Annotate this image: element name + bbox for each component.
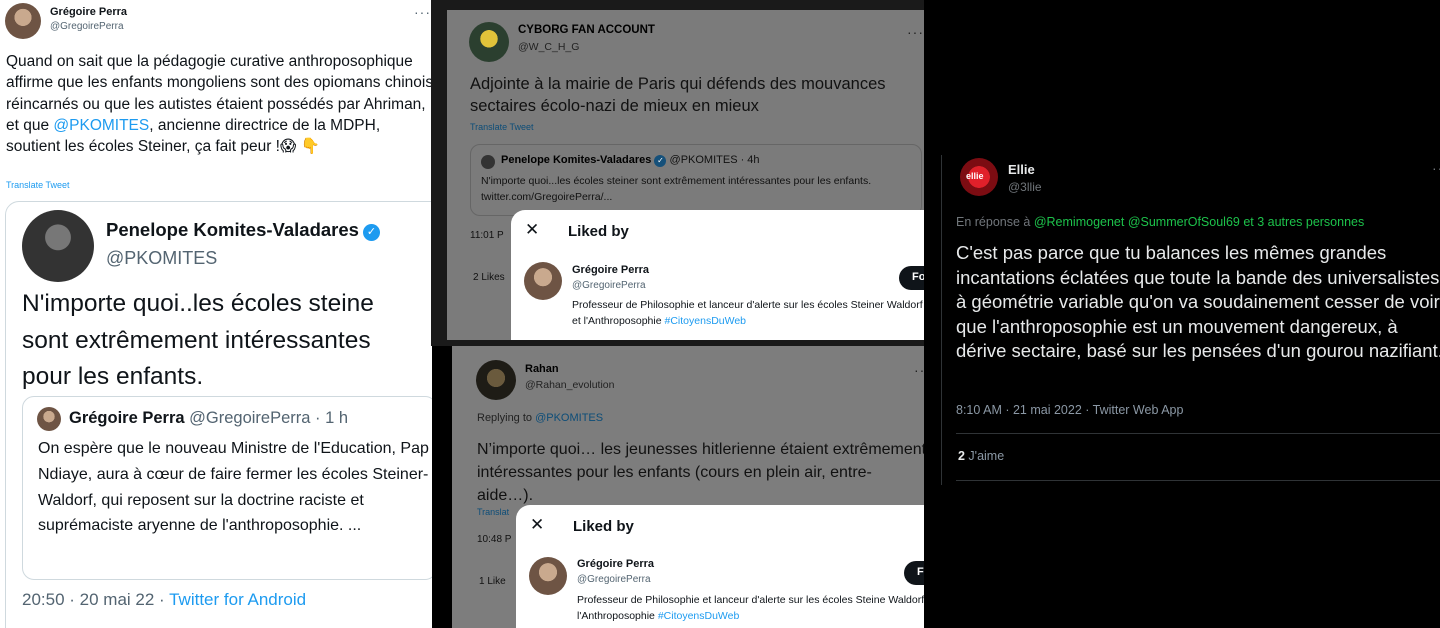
likes-count[interactable]: 2 J'aime	[958, 449, 1004, 463]
nested-quote-name: Grégoire Perra	[69, 409, 185, 427]
translate-link[interactable]: Translate Tweet	[6, 180, 70, 190]
avatar[interactable]	[5, 3, 41, 39]
timestamp[interactable]: 8:10 AM · 21 mai 2022 · Twitter Web App	[956, 403, 1183, 417]
likes-number: 2	[958, 449, 965, 463]
likes-count[interactable]: 1 Like	[479, 576, 506, 587]
author-handle[interactable]: @W_C_H_G	[518, 41, 579, 53]
user-handle[interactable]: @GregoirePerra	[577, 574, 651, 585]
quoted-author-name: Penelope Komites-Valadares	[501, 154, 652, 166]
quoted-header: Penelope Komites-Valadares ✓ @PKOMITES ·…	[501, 154, 760, 167]
mention-link[interactable]: @PKOMITES	[535, 412, 603, 424]
follow-button[interactable]: Fo	[899, 266, 924, 290]
quoted-author-name-text: Penelope Komites-Valadares	[106, 219, 359, 240]
timestamp: 11:01 P	[470, 230, 504, 241]
timestamp: 10:48 P	[477, 534, 512, 545]
avatar[interactable]	[476, 360, 516, 400]
avatar	[37, 407, 61, 431]
quoted-text-line: N'importe quoi..les écoles steine	[22, 290, 374, 317]
liked-by-dialog: ✕ Liked by Grégoire Perra @GregoirePerra…	[516, 505, 924, 628]
translate-link[interactable]: Translat	[477, 507, 509, 517]
divider	[956, 433, 1440, 434]
quoted-text: N'importe quoi...les écoles steiner sont…	[481, 175, 872, 203]
tweet-text: C'est pas parce que tu balances les même…	[956, 242, 1440, 361]
quoted-text-line: sont extrêmement intéressantes	[22, 326, 371, 354]
hashtag-link[interactable]: #CitoyensDuWeb	[658, 610, 740, 622]
source-link[interactable]: Twitter for Android	[169, 590, 306, 609]
in-reply-to: En réponse à @Remimogenet @SummerOfSoul6…	[956, 215, 1364, 229]
tweet-grégoire-perra: Grégoire Perra @GregoirePerra ··· Quand …	[0, 0, 432, 628]
verified-icon: ✓	[362, 224, 380, 241]
user-bio: Professeur de Philosophie et lanceur d'a…	[577, 592, 924, 624]
reply-prefix: En réponse à	[956, 215, 1034, 229]
author-name[interactable]: Grégoire Perra	[50, 6, 127, 18]
tweet-ellie: ellie Ellie @3llie ··· En réponse à @Rem…	[924, 0, 1440, 628]
more-icon[interactable]: ···	[914, 362, 924, 378]
nested-quote-text: On espère que le nouveau Ministre de l'E…	[38, 440, 429, 535]
quoted-tweet-card[interactable]: Penelope Komites-Valadares ✓ @PKOMITES N'…	[5, 201, 432, 628]
timestamp-text: 20:50 · 20 mai 22 ·	[22, 590, 170, 609]
author-handle[interactable]: @GregoirePerra	[50, 21, 124, 32]
divider	[956, 480, 1440, 481]
timestamp: 20:50 · 20 mai 22 · Twitter for Android	[22, 590, 306, 610]
quoted-handle-time: @PKOMITES · 4h	[666, 154, 760, 166]
translate-link[interactable]: Translate Tweet	[470, 122, 534, 132]
author-name[interactable]: Ellie	[1008, 162, 1035, 177]
user-name[interactable]: Grégoire Perra	[572, 264, 649, 276]
avatar[interactable]: ellie	[960, 158, 998, 196]
avatar	[481, 155, 495, 169]
user-bio-text: Professeur de Philosophie et lanceur d'a…	[577, 594, 924, 622]
nested-quoted-tweet[interactable]: Grégoire Perra @GregoirePerra · 1 h On e…	[22, 396, 432, 580]
follow-button[interactable]: F	[904, 561, 924, 585]
nested-quote-handle-time: @GregoirePerra · 1 h	[184, 409, 349, 427]
tweet-text: Adjointe à la mairie de Paris qui défend…	[470, 75, 886, 115]
user-handle[interactable]: @GregoirePerra	[572, 280, 646, 291]
user-bio: Professeur de Philosophie et lanceur d'a…	[572, 297, 924, 329]
reply-mentions[interactable]: @Remimogenet @SummerOfSoul69 et 3 autres…	[1034, 215, 1364, 229]
likes-count[interactable]: 2 Likes	[473, 272, 505, 283]
quoted-author-name[interactable]: Penelope Komites-Valadares ✓	[106, 219, 380, 241]
dialog-title: Liked by	[573, 518, 634, 535]
more-icon[interactable]: ···	[414, 4, 431, 20]
quoted-author-handle[interactable]: @PKOMITES	[106, 248, 217, 269]
author-handle[interactable]: @Rahan_evolution	[525, 379, 614, 391]
author-name[interactable]: CYBORG FAN ACCOUNT	[518, 24, 655, 36]
avatar-logo-text: ellie	[966, 171, 984, 181]
likes-label: J'aime	[964, 449, 1005, 463]
avatar[interactable]	[529, 557, 567, 595]
avatar[interactable]	[22, 210, 94, 282]
close-icon[interactable]: ✕	[530, 515, 544, 535]
hashtag-link[interactable]: #CitoyensDuWeb	[665, 315, 747, 327]
user-name[interactable]: Grégoire Perra	[577, 558, 654, 570]
author-name[interactable]: Rahan	[525, 363, 559, 375]
more-icon[interactable]: ···	[907, 24, 924, 40]
quoted-tweet-card[interactable]: Penelope Komites-Valadares ✓ @PKOMITES ·…	[470, 144, 922, 216]
avatar[interactable]	[469, 22, 509, 62]
tweet-text: N’importe quoi… les jeunesses hitlerienn…	[477, 441, 924, 504]
nested-quote-header: Grégoire Perra @GregoirePerra · 1 h	[69, 409, 348, 428]
tweet-text: Quand on sait que la pédagogie curative …	[6, 51, 432, 157]
replying-label: Replying to	[477, 412, 536, 424]
user-bio-text: Professeur de Philosophie et lanceur d'a…	[572, 299, 923, 327]
mention-link[interactable]: @PKOMITES	[53, 117, 149, 134]
author-handle[interactable]: @3llie	[1008, 180, 1042, 194]
quoted-text: N'importe quoi..les écoles steine sont e…	[22, 286, 432, 396]
liked-by-dialog: ✕ Liked by Grégoire Perra @GregoirePerra…	[511, 210, 924, 340]
replying-to: Replying to @PKOMITES	[477, 412, 603, 424]
emoji: 😱 👇	[280, 138, 320, 156]
avatar[interactable]	[524, 262, 562, 300]
close-icon[interactable]: ✕	[525, 220, 539, 240]
more-icon[interactable]: ···	[1432, 160, 1440, 176]
verified-icon: ✓	[654, 155, 667, 167]
quoted-text-line: pour les enfants.	[22, 363, 204, 390]
divider	[941, 155, 942, 485]
dialog-title: Liked by	[568, 223, 629, 240]
